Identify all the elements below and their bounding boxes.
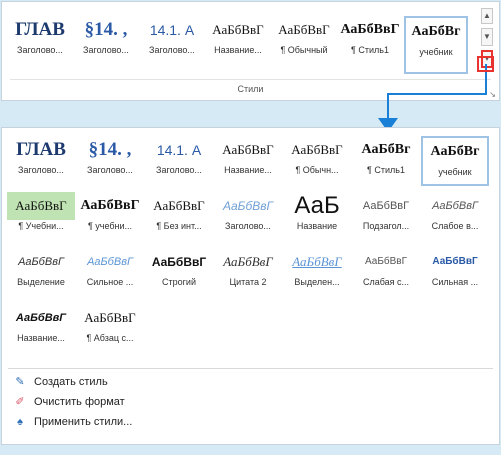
style-tile[interactable]: АаБбВвГ Выделение: [7, 248, 75, 298]
style-name: Заголово...: [87, 165, 133, 175]
style-name: Название: [296, 221, 338, 231]
create-style-icon: ✎: [15, 376, 25, 388]
style-tile[interactable]: АаБбВвГ Сильное ...: [76, 248, 144, 298]
style-preview: АаБбВг: [430, 144, 480, 159]
style-name: ¶ учебни...: [87, 221, 133, 231]
style-preview: ГЛАВ: [16, 139, 66, 160]
style-tile[interactable]: АаБбВвГ Слабая с...: [352, 248, 420, 298]
style-preview: АаБбВвГ: [222, 199, 274, 213]
style-name: Название...: [224, 165, 272, 175]
style-preview: АаБбВвГ: [291, 142, 343, 157]
style-preview: АаБбВвГ: [364, 256, 408, 267]
style-name: Выделен...: [294, 277, 340, 287]
style-preview: АаБ: [294, 192, 340, 219]
style-preview: АаБбВвГ: [153, 198, 205, 213]
command-label: Создать стиль: [34, 376, 108, 388]
gallery-command[interactable]: ✎ Создать стиль: [12, 374, 108, 390]
style-tile[interactable]: АаБбВвГ ¶ учебни...: [76, 192, 144, 242]
style-tile[interactable]: АаБбВвГ Сильная ...: [421, 248, 489, 298]
style-tile[interactable]: АаБбВвГ Слабое в...: [421, 192, 489, 242]
style-tile[interactable]: АаБбВвГ Строгий: [145, 248, 213, 298]
style-name: Слабое в...: [431, 221, 479, 231]
style-name: Цитата 2: [229, 277, 267, 287]
style-preview: АаБбВвГ: [15, 312, 67, 324]
style-name: Заголово...: [156, 165, 202, 175]
style-tile[interactable]: АаБбВг ¶ Стиль1: [352, 136, 420, 186]
style-preview: АаБбВвГ: [87, 256, 133, 268]
style-name: Название...: [17, 333, 65, 343]
style-preview: АаБбВвГ: [80, 198, 140, 213]
style-preview: АаБбВвГ: [223, 254, 273, 269]
style-preview: АаБбВвГ: [292, 254, 342, 269]
style-preview: §14. ,: [88, 139, 132, 160]
style-tile[interactable]: АаБбВвГ ¶ Обычн...: [283, 136, 351, 186]
style-tile[interactable]: АаБбВвГ Цитата 2: [214, 248, 282, 298]
style-tile[interactable]: АаБбВвГ Выделен...: [283, 248, 351, 298]
style-tile[interactable]: АаБбВвГ Заголово...: [214, 192, 282, 242]
apply-styles-icon: ♠: [17, 416, 23, 428]
style-name: Сильная ...: [431, 277, 479, 287]
style-tile[interactable]: АаБбВг учебник: [421, 136, 489, 186]
style-preview: АаБбВвГ: [432, 256, 478, 267]
style-name: Сильное ...: [86, 277, 134, 287]
gallery-command[interactable]: ✐ Очистить формат: [12, 394, 125, 410]
style-tile[interactable]: АаБ Название: [283, 192, 351, 242]
style-name: Строгий: [162, 277, 196, 287]
style-name: ¶ Без инт...: [156, 221, 202, 231]
style-preview: АаБбВвГ: [151, 255, 207, 269]
style-name: Заголово...: [225, 221, 271, 231]
style-name: ¶ Обычн...: [295, 165, 339, 175]
style-name: Подзагол...: [362, 221, 410, 231]
styles-gallery-dropdown: ГЛАВ Заголово... §14. , Заголово... 14.1. А З…: [2, 128, 499, 444]
style-preview: АаБбВвГ: [362, 200, 410, 212]
style-tile[interactable]: 14.1. А Заголово...: [145, 136, 213, 186]
style-tile[interactable]: ГЛАВ Заголово...: [7, 136, 75, 186]
style-name: ¶ Абзац с...: [86, 333, 134, 343]
style-name: учебник: [438, 167, 472, 177]
style-name: ¶ Учебни...: [18, 221, 64, 231]
style-tile[interactable]: АаБбВвГ Название...: [214, 136, 282, 186]
style-preview: АаБбВвГ: [222, 142, 274, 157]
style-tile[interactable]: АаБбВвГ ¶ Учебни...: [7, 192, 75, 242]
gallery-divider: [8, 368, 493, 369]
gallery-command[interactable]: ♠ Применить стили...: [12, 414, 132, 430]
style-preview: АаБбВвГ: [84, 310, 136, 325]
style-tile[interactable]: АаБбВвГ ¶ Без инт...: [145, 192, 213, 242]
style-name: Выделение: [17, 277, 65, 287]
style-tile[interactable]: АаБбВвГ Подзагол...: [352, 192, 420, 242]
command-label: Применить стили...: [34, 416, 133, 428]
style-tile[interactable]: АаБбВвГ ¶ Абзац с...: [76, 304, 144, 354]
command-label: Очистить формат: [34, 396, 125, 408]
style-preview: АаБбВвГ: [18, 256, 64, 268]
style-preview: АаБбВвГ: [7, 192, 75, 220]
style-name: Заголово...: [18, 165, 64, 175]
style-tile[interactable]: АаБбВвГ Название...: [7, 304, 75, 354]
style-name: Слабая с...: [362, 277, 410, 287]
style-preview: АаБбВг: [361, 142, 411, 157]
clear-formatting-icon: ✐: [15, 396, 25, 408]
style-name: ¶ Стиль1: [367, 165, 405, 175]
style-tile[interactable]: §14. , Заголово...: [76, 136, 144, 186]
style-preview: АаБбВвГ: [432, 200, 478, 212]
style-preview: 14.1. А: [156, 142, 202, 158]
